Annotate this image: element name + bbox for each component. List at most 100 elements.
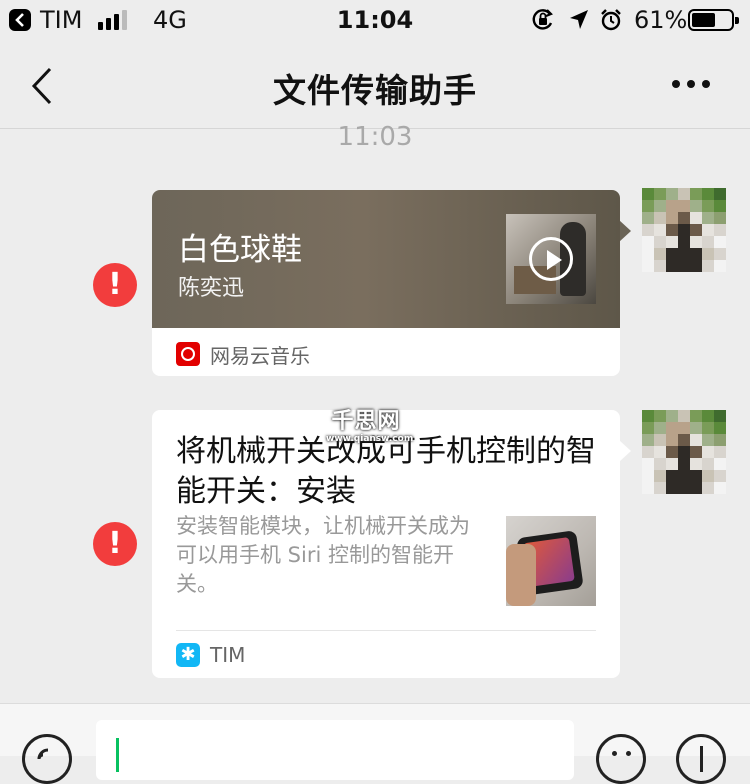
avatar-pixel <box>690 248 702 260</box>
avatar-pixel <box>690 434 702 446</box>
avatar-pixel <box>666 212 678 224</box>
avatar-pixel <box>678 482 690 494</box>
location-icon <box>570 10 588 29</box>
avatar-pixel <box>678 458 690 470</box>
avatar-pixel <box>666 410 678 422</box>
battery-icon <box>688 9 739 31</box>
avatar-pixel <box>666 470 678 482</box>
avatar-pixel <box>666 248 678 260</box>
article-title: 将机械开关改成可手机控制的智能开关：安装 <box>176 434 596 509</box>
avatar-pixel <box>702 224 714 236</box>
send-failed-icon[interactable]: ! <box>93 263 137 307</box>
avatar-pixel <box>642 200 654 212</box>
watermark: 千思网 www.qiansw.com <box>326 409 414 445</box>
avatar-pixel <box>714 248 726 260</box>
avatar-pixel <box>702 188 714 200</box>
avatar-pixel <box>654 224 666 236</box>
emoji-icon[interactable] <box>596 734 646 784</box>
avatar-pixel <box>642 446 654 458</box>
status-bar: TIM 4G 11:04 61% <box>0 0 750 40</box>
nav-bar: 文件传输助手 <box>0 40 750 129</box>
avatar-pixel <box>654 434 666 446</box>
avatar-pixel <box>714 422 726 434</box>
voice-icon[interactable] <box>22 734 72 784</box>
avatar[interactable] <box>642 410 726 494</box>
avatar-pixel <box>690 236 702 248</box>
avatar-pixel <box>654 200 666 212</box>
avatar-pixel <box>666 260 678 272</box>
bubble-tail <box>619 220 631 242</box>
avatar-pixel <box>690 446 702 458</box>
avatar-pixel <box>654 422 666 434</box>
tim-logo-icon: ✱ <box>176 643 200 667</box>
avatar-pixel <box>654 470 666 482</box>
avatar-pixel <box>690 188 702 200</box>
avatar-pixel <box>702 260 714 272</box>
more-dots-icon[interactable] <box>672 76 716 92</box>
avatar-pixel <box>702 236 714 248</box>
avatar-pixel <box>642 188 654 200</box>
avatar-pixel <box>642 212 654 224</box>
avatar[interactable] <box>642 188 726 272</box>
watermark-url: www.qiansw.com <box>326 434 414 444</box>
avatar-pixel <box>678 236 690 248</box>
card-divider <box>176 630 596 631</box>
avatar-pixel <box>654 260 666 272</box>
avatar-pixel <box>678 212 690 224</box>
article-share-card[interactable]: 将机械开关改成可手机控制的智能开关：安装 安装智能模块，让机械开关成为可以用手机… <box>152 410 631 678</box>
avatar-pixel <box>702 482 714 494</box>
alarm-icon <box>601 9 621 31</box>
avatar-pixel <box>654 410 666 422</box>
avatar-pixel <box>666 188 678 200</box>
avatar-pixel <box>678 470 690 482</box>
avatar-pixel <box>714 224 726 236</box>
message-input[interactable] <box>96 720 574 780</box>
avatar-pixel <box>654 482 666 494</box>
avatar-pixel <box>666 434 678 446</box>
avatar-pixel <box>654 212 666 224</box>
avatar-pixel <box>714 446 726 458</box>
avatar-pixel <box>678 422 690 434</box>
avatar-pixel <box>714 458 726 470</box>
avatar-pixel <box>642 482 654 494</box>
avatar-pixel <box>666 482 678 494</box>
avatar-pixel <box>714 470 726 482</box>
battery-percent: 61% <box>634 6 688 34</box>
avatar-pixel <box>702 248 714 260</box>
avatar-pixel <box>714 188 726 200</box>
avatar-pixel <box>654 248 666 260</box>
avatar-pixel <box>666 200 678 212</box>
avatar-pixel <box>642 236 654 248</box>
card-source-label: 网易云音乐 <box>210 344 310 368</box>
avatar-pixel <box>678 188 690 200</box>
avatar-pixel <box>714 482 726 494</box>
music-share-card[interactable]: 白色球鞋 陈奕迅 网易云音乐 <box>152 190 631 376</box>
avatar-pixel <box>702 434 714 446</box>
avatar-pixel <box>690 410 702 422</box>
send-failed-icon[interactable]: ! <box>93 522 137 566</box>
avatar-pixel <box>678 224 690 236</box>
netease-music-icon <box>176 342 200 366</box>
watermark-text: 千思网 <box>331 409 401 434</box>
avatar-pixel <box>642 422 654 434</box>
avatar-pixel <box>702 410 714 422</box>
avatar-pixel <box>654 188 666 200</box>
avatar-pixel <box>714 434 726 446</box>
text-caret <box>116 738 119 772</box>
avatar-pixel <box>654 446 666 458</box>
plus-icon[interactable] <box>676 734 726 784</box>
avatar-pixel <box>690 470 702 482</box>
avatar-pixel <box>690 212 702 224</box>
avatar-pixel <box>678 260 690 272</box>
avatar-pixel <box>690 200 702 212</box>
rotation-lock-icon <box>532 9 553 30</box>
avatar-pixel <box>690 260 702 272</box>
avatar-pixel <box>714 200 726 212</box>
avatar-pixel <box>642 434 654 446</box>
avatar-pixel <box>702 212 714 224</box>
card-source-label: TIM <box>210 643 246 667</box>
play-icon[interactable] <box>529 237 573 281</box>
avatar-pixel <box>642 260 654 272</box>
avatar-pixel <box>714 260 726 272</box>
avatar-pixel <box>654 236 666 248</box>
